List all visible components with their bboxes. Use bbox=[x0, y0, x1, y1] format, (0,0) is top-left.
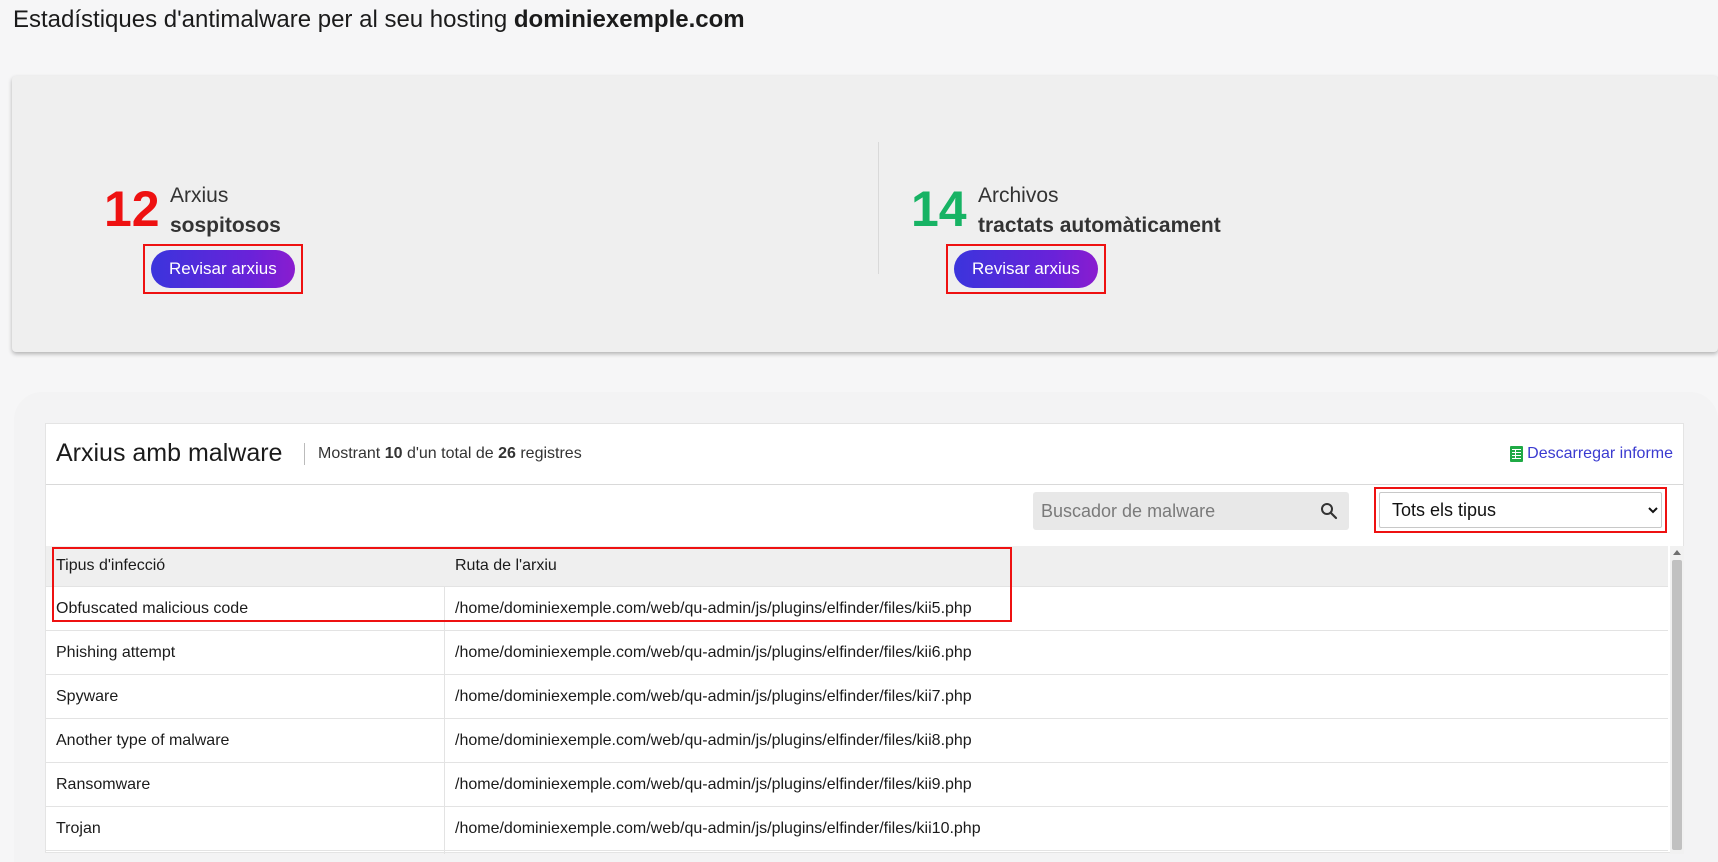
cell-file-path: /home/dominiexemple.com/web/qu-admin/js/… bbox=[455, 599, 972, 617]
treated-button-highlight: Revisar arxius bbox=[946, 244, 1106, 294]
malware-table: Tipus d'infecció Ruta de l'arxiu Obfusca… bbox=[46, 546, 1668, 854]
records-count: Mostrant 10 d'un total de 26 registres bbox=[318, 445, 582, 463]
page-title-domain: dominiexemple.com bbox=[513, 6, 745, 33]
cell-infection-type: Another type of malware bbox=[56, 731, 230, 749]
table-row[interactable]: Trojan /home/dominiexemple.com/web/qu-ad… bbox=[46, 807, 1668, 851]
records-count-prefix: Mostrant bbox=[318, 445, 381, 462]
page-title: Estadístiques d'antimalware per al seu h… bbox=[13, 6, 745, 34]
table-scrollbar[interactable] bbox=[1670, 546, 1684, 854]
cell-infection-type: Ransomware bbox=[56, 775, 151, 793]
column-header-infection-type[interactable]: Tipus d'infecció bbox=[56, 546, 446, 586]
malware-list-title: Arxius amb malware bbox=[56, 439, 283, 467]
cell-file-path: /home/dominiexemple.com/web/qu-admin/js/… bbox=[455, 731, 972, 749]
suspicious-label: Arxius sospitosos bbox=[170, 181, 281, 241]
records-count-suffix: registres bbox=[520, 445, 582, 462]
review-treated-files-button[interactable]: Revisar arxius bbox=[954, 250, 1098, 288]
suspicious-label-line1: Arxius bbox=[170, 184, 229, 207]
review-suspicious-files-button[interactable]: Revisar arxius bbox=[151, 250, 295, 288]
page-title-text: Estadístiques d'antimalware per al seu h… bbox=[13, 6, 508, 33]
suspicious-button-highlight: Revisar arxius bbox=[143, 244, 303, 294]
records-total: 26 bbox=[498, 445, 516, 462]
table-row[interactable]: Spyware /home/dominiexemple.com/web/qu-a… bbox=[46, 675, 1668, 719]
table-row[interactable]: Phishing attempt /home/dominiexemple.com… bbox=[46, 631, 1668, 675]
malware-search-input[interactable] bbox=[1033, 492, 1349, 530]
cell-file-path: /home/dominiexemple.com/web/qu-admin/js/… bbox=[455, 819, 981, 837]
malware-search bbox=[1033, 492, 1349, 530]
malware-list-card: Arxius amb malware Mostrant 10 d'un tota… bbox=[45, 423, 1684, 854]
suspicious-label-line2: sospitosos bbox=[170, 214, 281, 237]
cell-infection-type: Obfuscated malicious code bbox=[56, 599, 249, 617]
suspicious-count: 12 bbox=[104, 181, 160, 237]
cell-infection-type: Trojan bbox=[56, 819, 101, 837]
header-divider bbox=[304, 443, 305, 465]
table-row[interactable]: Ransomware /home/dominiexemple.com/web/q… bbox=[46, 763, 1668, 807]
treated-label-line1: Archivos bbox=[978, 184, 1059, 207]
stats-divider bbox=[878, 142, 879, 274]
cell-file-path: /home/dominiexemple.com/web/qu-admin/js/… bbox=[455, 775, 972, 793]
scrollbar-thumb[interactable] bbox=[1672, 560, 1682, 850]
treated-count: 14 bbox=[911, 181, 967, 237]
type-filter-highlight: Tots els tipus bbox=[1374, 487, 1667, 533]
download-report-link[interactable]: Descarregar informe bbox=[1510, 445, 1673, 463]
spreadsheet-icon bbox=[1510, 446, 1524, 462]
search-icon[interactable] bbox=[1320, 502, 1338, 520]
cell-infection-type: Spyware bbox=[56, 687, 119, 705]
malware-list-header: Arxius amb malware Mostrant 10 d'un tota… bbox=[46, 424, 1683, 485]
download-report-label: Descarregar informe bbox=[1527, 445, 1673, 462]
cell-infection-type: Phishing attempt bbox=[56, 643, 176, 661]
cell-file-path: /home/dominiexemple.com/web/qu-admin/js/… bbox=[455, 643, 972, 661]
column-header-file-path[interactable]: Ruta de l'arxiu bbox=[455, 546, 557, 586]
treated-label-line2: tractats automàticament bbox=[978, 214, 1221, 237]
scroll-up-icon[interactable] bbox=[1673, 550, 1681, 555]
records-shown: 10 bbox=[384, 445, 403, 462]
malware-type-filter[interactable]: Tots els tipus bbox=[1379, 492, 1662, 528]
cell-file-path: /home/dominiexemple.com/web/qu-admin/js/… bbox=[455, 687, 972, 705]
table-header-row: Tipus d'infecció Ruta de l'arxiu bbox=[46, 546, 1668, 587]
table-row[interactable]: Obfuscated malicious code /home/dominiex… bbox=[46, 587, 1668, 631]
table-row[interactable]: Another type of malware /home/dominiexem… bbox=[46, 719, 1668, 763]
records-count-middle: d'un total de bbox=[406, 445, 494, 462]
treated-label: Archivos tractats automàticament bbox=[978, 181, 1221, 241]
